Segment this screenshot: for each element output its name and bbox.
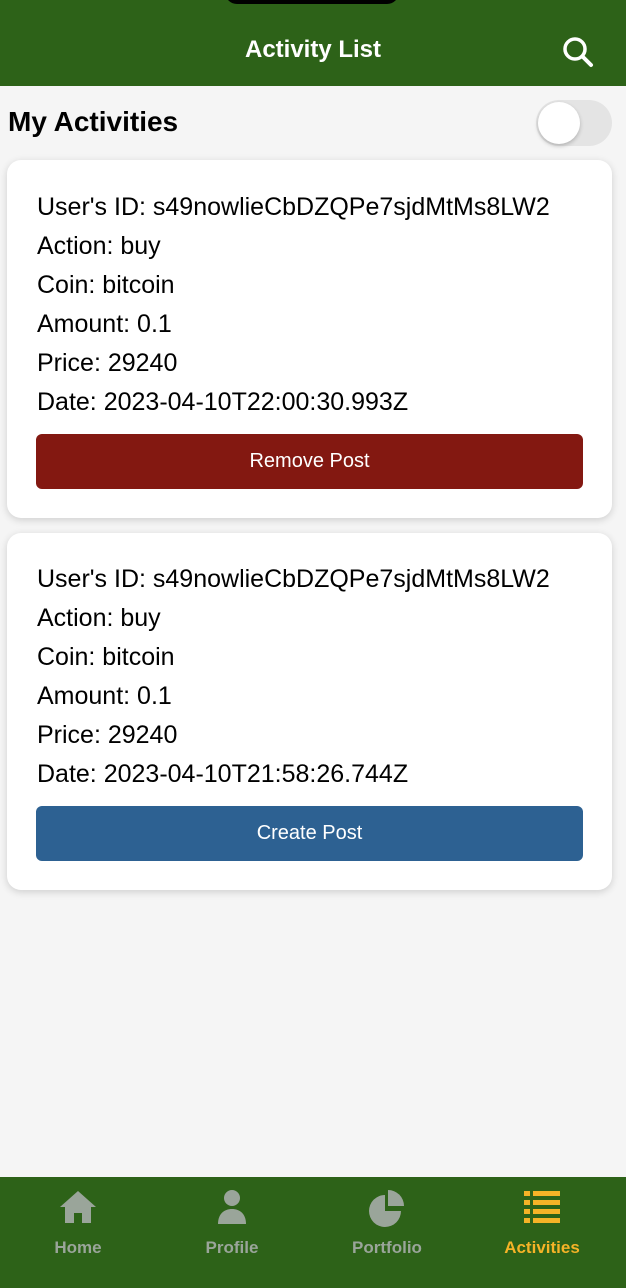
price-text: Price: 29240 [37, 349, 178, 377]
tab-home[interactable]: Home [0, 1177, 156, 1288]
action-text: Action: buy [37, 232, 161, 260]
bottom-tab-bar: Home Profile Portfolio Activities [0, 1177, 626, 1288]
person-icon [218, 1190, 246, 1224]
user-id-text: User's ID: s49nowlieCbDZQPe7sjdMtMs8LW2 [37, 565, 550, 593]
header-bar: Activity List [0, 0, 626, 86]
section-title: My Activities [8, 106, 179, 137]
search-icon [563, 37, 593, 67]
page-title: Activity List [244, 36, 382, 63]
coin-text: Coin: bitcoin [37, 271, 175, 299]
tab-portfolio[interactable]: Portfolio [309, 1177, 465, 1288]
remove-post-button[interactable]: Remove Post [36, 434, 583, 489]
coin-text: Coin: bitcoin [37, 643, 175, 671]
amount-text: Amount: 0.1 [37, 310, 172, 338]
device-notch [225, 0, 399, 4]
tab-label-profile: Profile [205, 1238, 259, 1257]
pie-chart-icon [369, 1190, 404, 1227]
create-post-button[interactable]: Create Post [36, 806, 583, 861]
activity-card: User's ID: s49nowlieCbDZQPe7sjdMtMs8LW2 … [7, 533, 612, 890]
user-id-text: User's ID: s49nowlieCbDZQPe7sjdMtMs8LW2 [37, 193, 550, 221]
tab-label-home: Home [54, 1238, 102, 1257]
tab-label-activities: Activities [504, 1238, 580, 1257]
date-text: Date: 2023-04-10T21:58:26.744Z [37, 760, 409, 788]
price-text: Price: 29240 [37, 721, 178, 749]
my-activities-toggle[interactable] [536, 100, 612, 146]
search-button[interactable] [560, 34, 596, 70]
tab-label-portfolio: Portfolio [352, 1238, 422, 1257]
amount-text: Amount: 0.1 [37, 682, 172, 710]
tab-activities[interactable]: Activities [464, 1177, 620, 1288]
date-text: Date: 2023-04-10T22:00:30.993Z [37, 388, 409, 416]
toggle-knob [538, 102, 580, 144]
activity-card: User's ID: s49nowlieCbDZQPe7sjdMtMs8LW2 … [7, 160, 612, 518]
action-text: Action: buy [37, 604, 161, 632]
list-icon [524, 1191, 560, 1223]
home-icon [60, 1191, 96, 1223]
tab-profile[interactable]: Profile [154, 1177, 310, 1288]
